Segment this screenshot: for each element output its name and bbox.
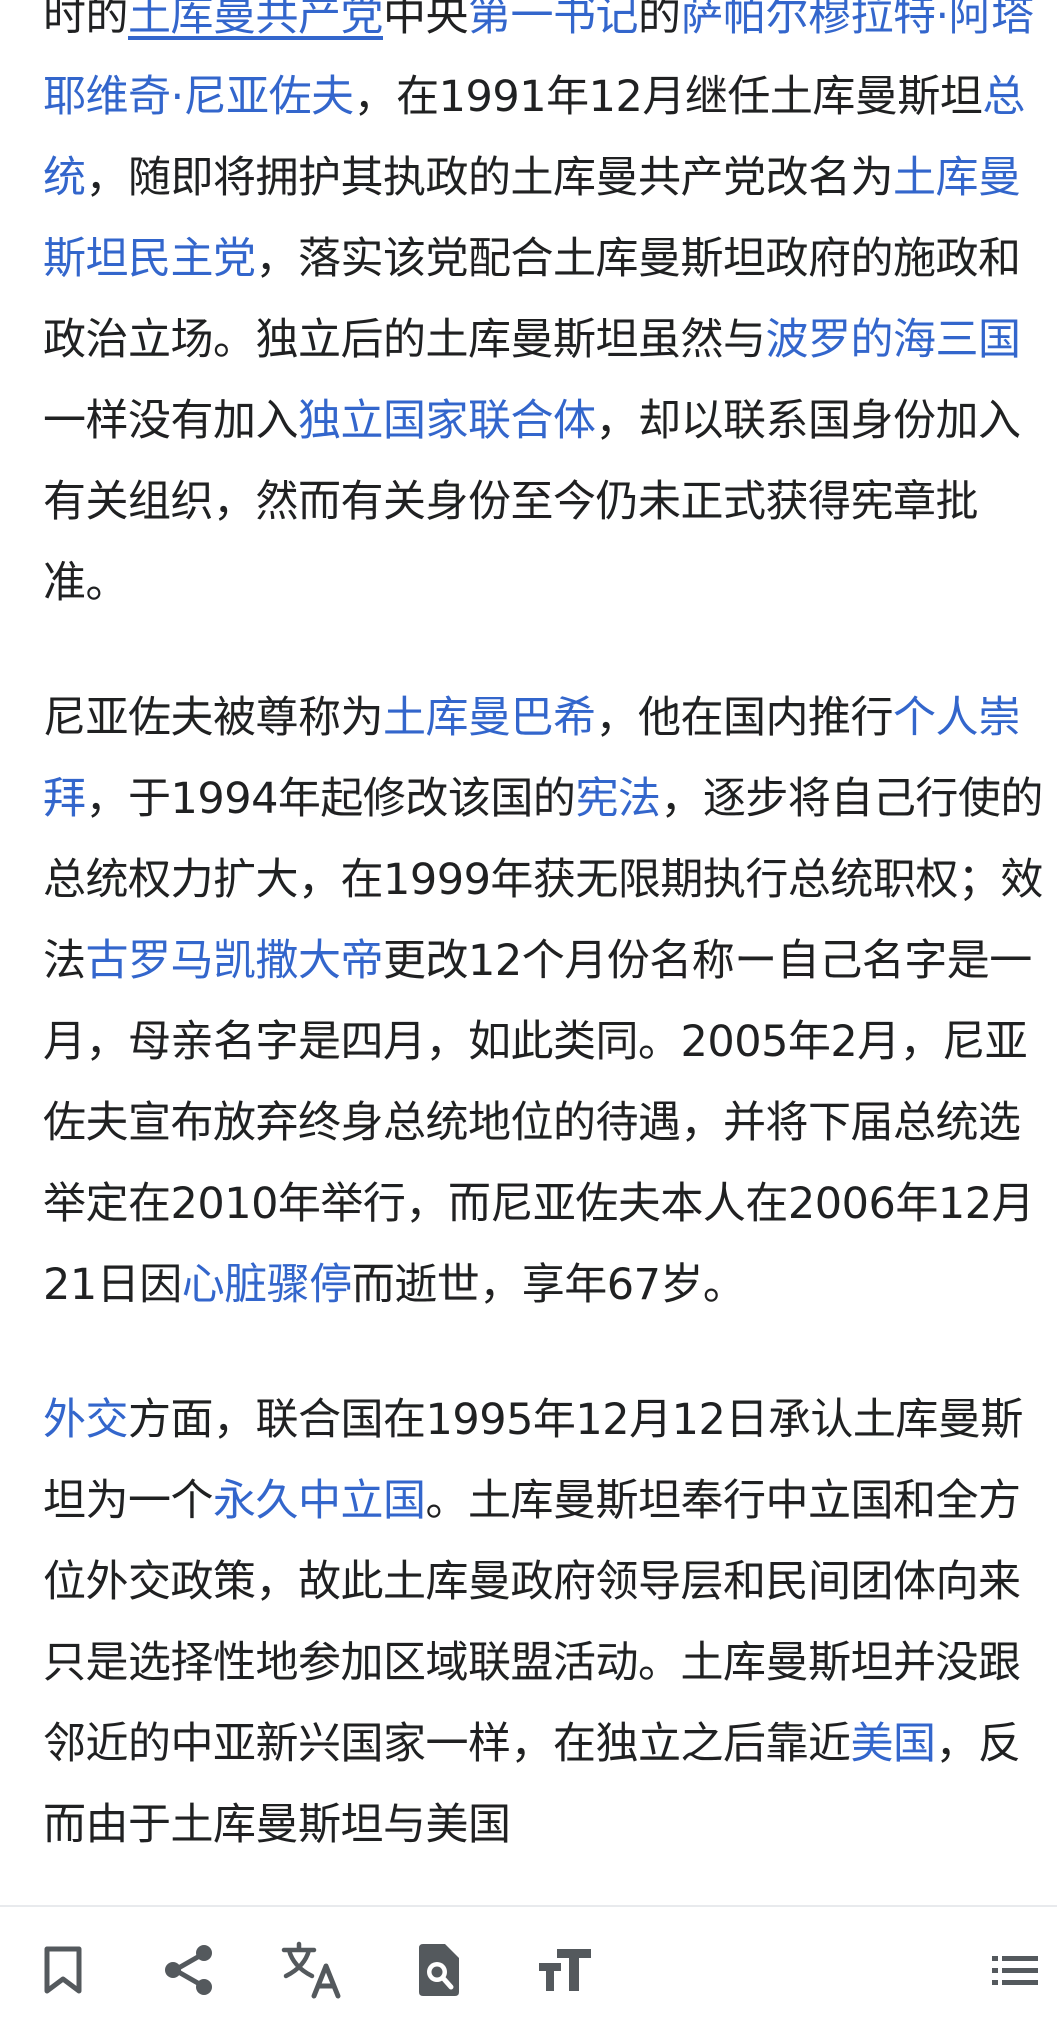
language-button[interactable] [280, 1937, 346, 2003]
paragraph: 时的土库曼共产党中央第一书记的萨帕尔穆拉特·阿塔耶维奇·尼亚佐夫，在1991年1… [43, 0, 1043, 624]
bookmark-button[interactable] [30, 1937, 96, 2003]
list-icon [992, 1956, 1038, 1985]
contents-button[interactable] [982, 1937, 1048, 2003]
article-text: 一样没有加入 [43, 396, 299, 446]
article-text: ，随即将拥护其执政的土库曼共产党改名为 [85, 153, 894, 203]
article-text: ，他在国内推行 [595, 693, 894, 743]
article-link[interactable]: 第一书记 [468, 0, 639, 41]
article-text: 中央 [383, 0, 469, 41]
paragraph: 外交方面，联合国在1995年12月12日承认土库曼斯坦为一个永久中立国。土库曼斯… [43, 1380, 1043, 1866]
article-link[interactable]: 古罗马凯撒大帝 [86, 936, 384, 986]
translate-icon [281, 1941, 341, 1999]
find-in-page-icon [419, 1944, 459, 1996]
find-in-page-button[interactable] [406, 1937, 472, 2003]
article-link[interactable]: 心脏骤停 [182, 1260, 353, 1310]
article-link[interactable]: 永久中立国 [213, 1476, 426, 1526]
text-size-button[interactable] [532, 1937, 598, 2003]
share-button[interactable] [156, 1937, 222, 2003]
article-link[interactable]: 宪法 [575, 774, 661, 824]
paragraph: 尼亚佐夫被尊称为土库曼巴希，他在国内推行个人崇拜，于1994年起修改该国的宪法，… [43, 678, 1043, 1326]
article-link[interactable]: 波罗的海三国 [766, 315, 1022, 365]
article-content: 时的土库曼共产党中央第一书记的萨帕尔穆拉特·阿塔耶维奇·尼亚佐夫，在1991年1… [43, 0, 1043, 1920]
article-link[interactable]: 土库曼共产党 [128, 0, 384, 41]
article-link[interactable]: 土库曼巴希 [383, 693, 596, 743]
article-link[interactable]: 独立国家联合体 [298, 396, 596, 446]
article-text: ，在1991年12月继任土库曼斯坦 [353, 72, 983, 122]
article-link[interactable]: 美国 [851, 1719, 937, 1769]
article-text: 更改12个月份名称ー自己名字是一月，母亲名字是四月，如此类同。2005年2月，尼… [43, 936, 1035, 1310]
bookmark-icon [44, 1946, 82, 1994]
article-text: 而逝世，享年67岁。 [351, 1260, 746, 1310]
article-link[interactable]: 外交 [43, 1395, 129, 1445]
article-text: 尼亚佐夫被尊称为 [43, 693, 384, 743]
share-icon [165, 1945, 212, 1995]
bottom-toolbar [0, 1905, 1057, 2032]
article-text: 的 [638, 0, 681, 41]
article-text: 时的 [43, 0, 129, 41]
article-text: ，于1994年起修改该国的 [85, 774, 576, 824]
text-size-icon [539, 1949, 591, 1991]
